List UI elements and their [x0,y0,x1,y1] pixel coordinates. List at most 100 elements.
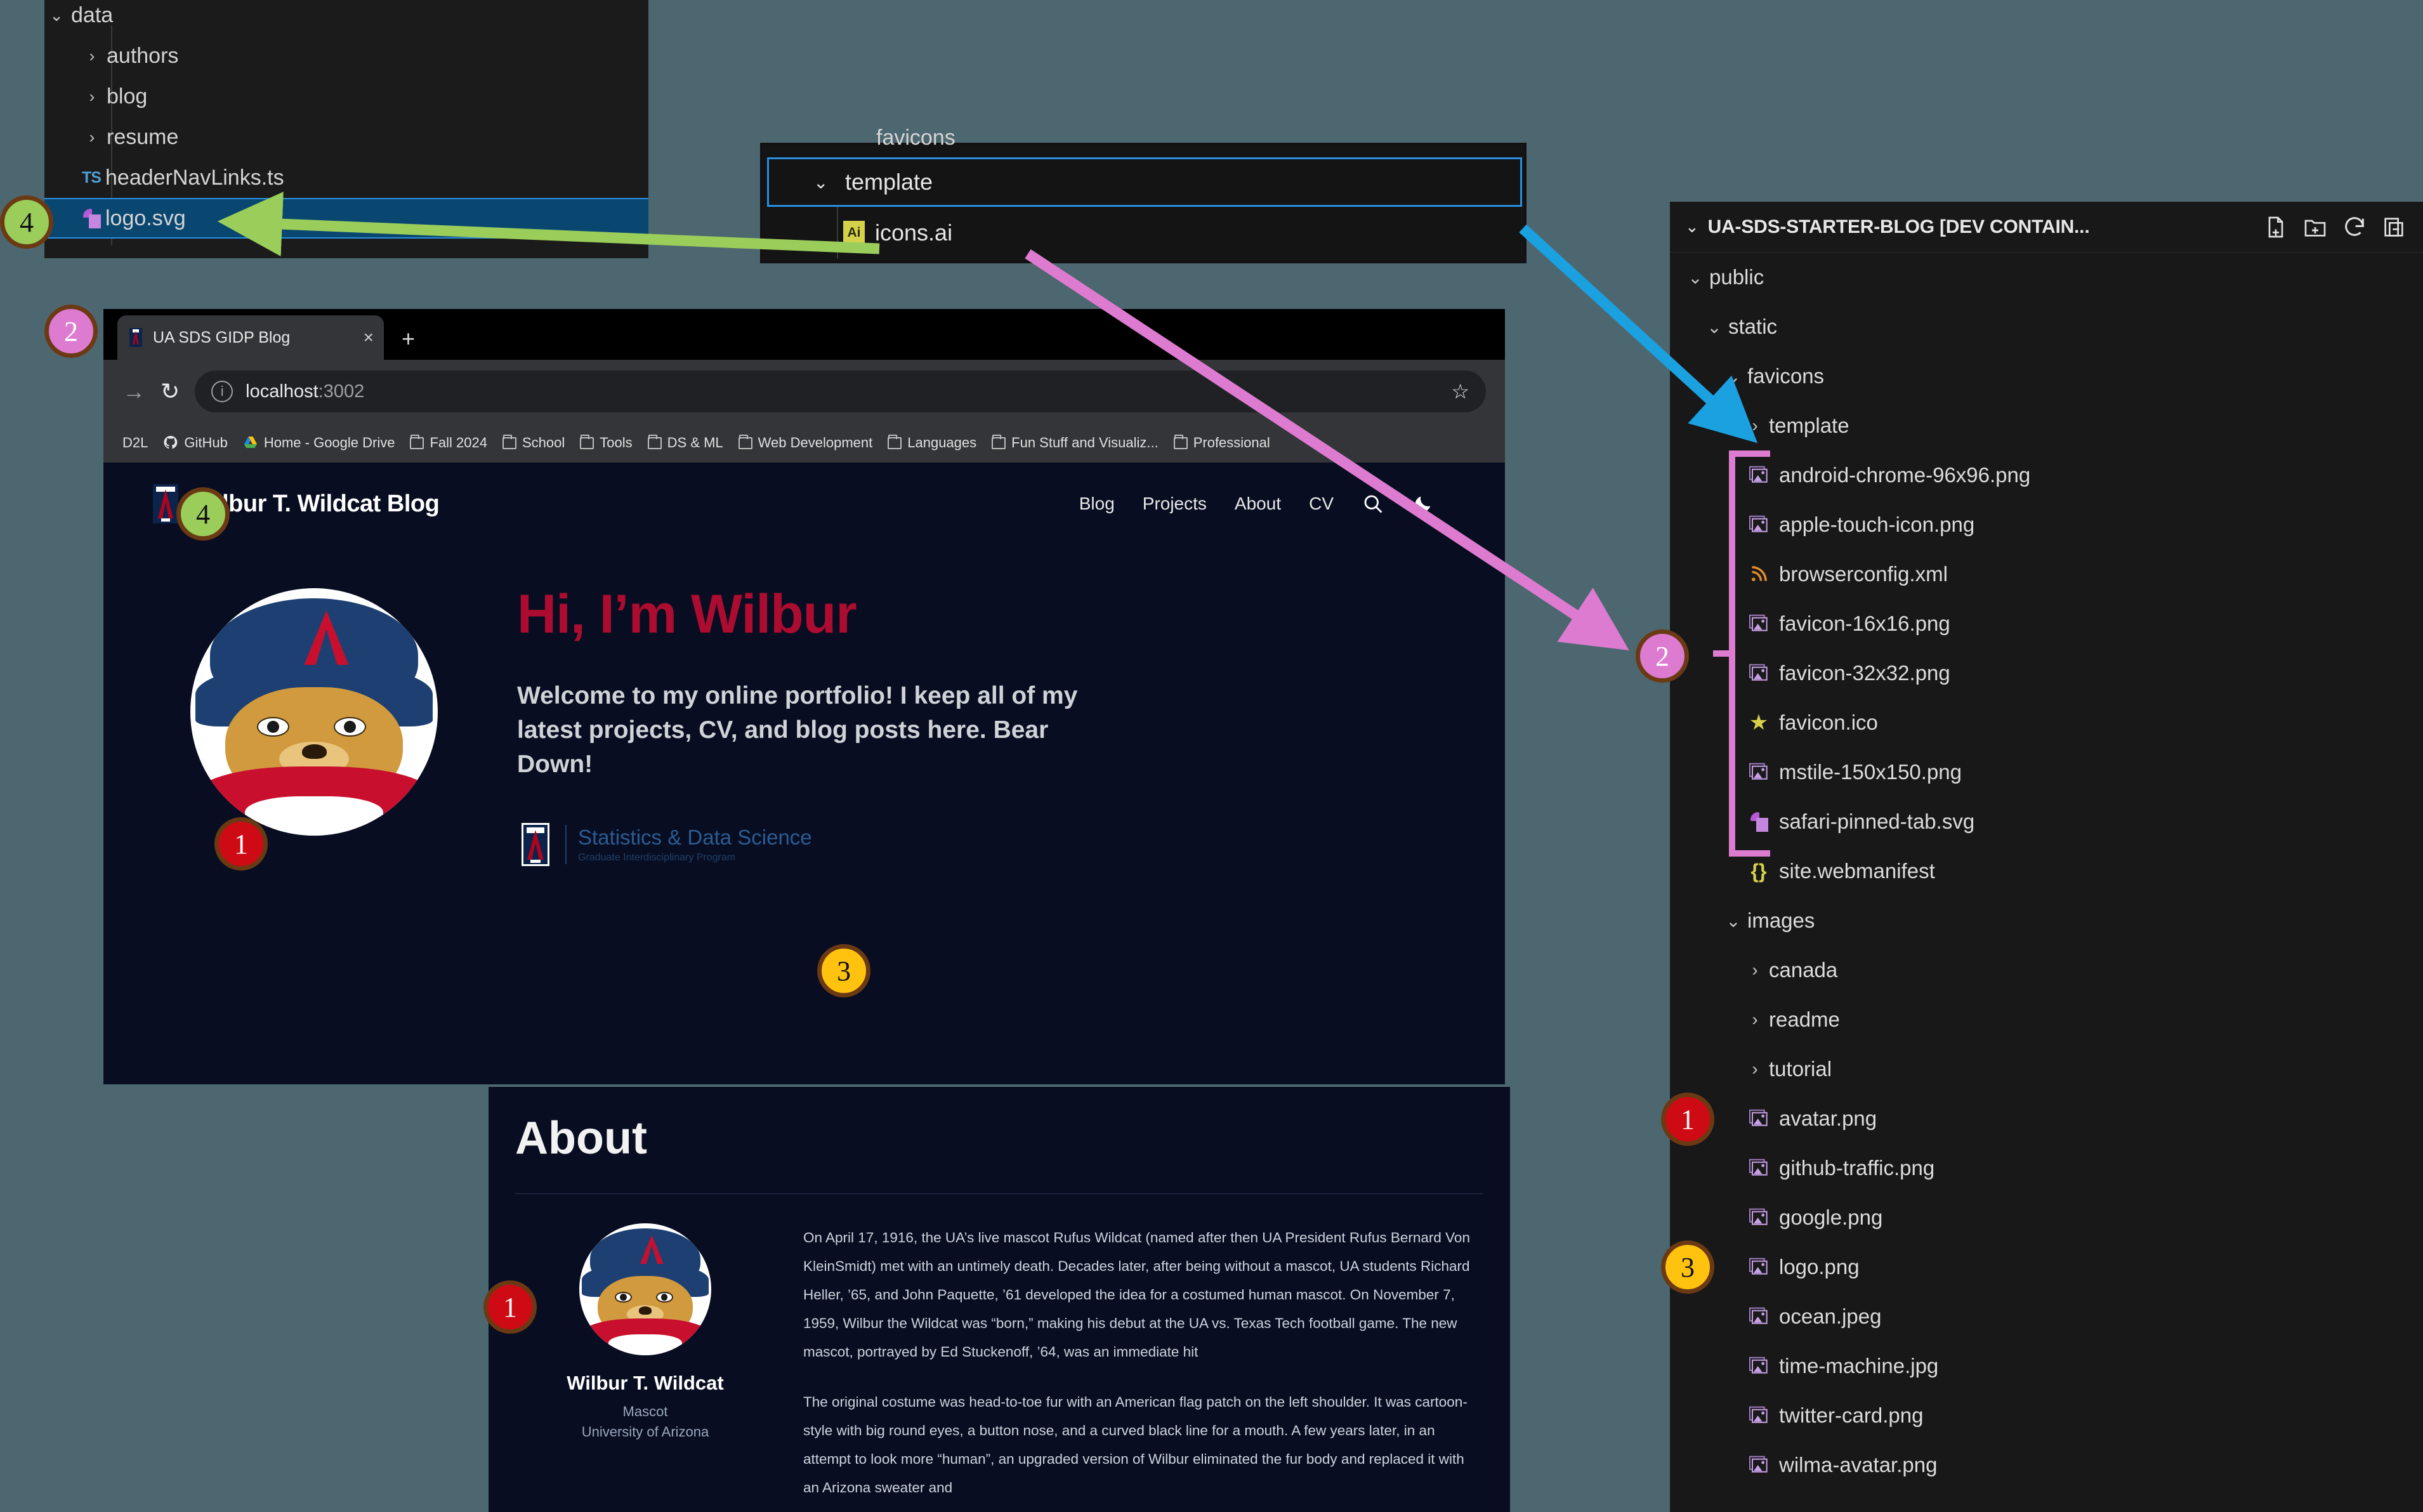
new-tab-button[interactable]: + [402,325,415,352]
explorer-row-ocean-jpeg[interactable]: ocean.jpeg [1670,1292,2423,1341]
new-file-icon[interactable] [2263,214,2288,240]
explorer-row-images[interactable]: ⌄ images [1670,896,2423,945]
explorer-row-site-webmanifest[interactable]: {} site.webmanifest [1670,846,2423,896]
bookmark-google-drive[interactable]: Home - Google Drive [238,432,400,454]
explorer-row-android-chrome-96x96-png[interactable]: android-chrome-96x96.png [1670,450,2423,500]
new-folder-icon[interactable] [2302,214,2328,240]
chevron-down-icon[interactable]: ⌄ [44,6,69,25]
bookmark-languages[interactable]: Languages [883,432,982,454]
ua-logo-icon [129,328,142,347]
explorer-row-safari-pinned-tab-svg[interactable]: safari-pinned-tab.svg [1670,797,2423,846]
bookmark-github[interactable]: GitHub [158,432,232,454]
chevron-right-icon[interactable]: › [1741,416,1769,436]
chevron-right-icon[interactable]: › [1741,1009,1769,1030]
bookmark-fun-stuff[interactable]: Fun Stuff and Visualiz... [987,432,1164,454]
tree-row-resume[interactable]: › resume [44,117,648,157]
explorer-row-tutorial[interactable]: › tutorial [1670,1044,2423,1094]
chevron-down-icon[interactable]: ⌄ [1681,267,1709,288]
popout-row-template[interactable]: ⌄ template [767,157,1522,207]
explorer-row-static[interactable]: ⌄ static [1670,302,2423,352]
explorer-row-favicon-32x32-png[interactable]: favicon-32x32.png [1670,648,2423,698]
bookmark-star-icon[interactable]: ☆ [1451,379,1469,404]
tree-row-data[interactable]: ⌄ data [44,0,648,36]
tree-row-authors[interactable]: › authors [44,36,648,76]
nav-link-projects[interactable]: Projects [1143,494,1207,514]
explorer-header[interactable]: ⌄ UA-SDS-STARTER-BLOG [DEV CONTAIN... [1670,202,2423,253]
chevron-right-icon[interactable]: › [80,87,104,107]
tree-row-logo-svg[interactable]: logo.svg [44,198,648,239]
bookmark-ds-ml[interactable]: DS & ML [643,432,728,454]
hero-image-wrap [149,570,479,866]
image-file-icon [1747,1355,1770,1377]
explorer-row-time-machine-jpg[interactable]: time-machine.jpg [1670,1341,2423,1391]
chevron-right-icon[interactable]: › [1741,960,1769,980]
explorer-row-label: mstile-150x150.png [1779,760,1962,784]
chevron-right-icon[interactable]: › [80,128,104,147]
explorer-row-avatar-png[interactable]: avatar.png [1670,1094,2423,1143]
bookmark-tools[interactable]: Tools [575,432,637,454]
sds-text: Statistics & Data Science Graduate Inter… [578,825,812,864]
chevron-down-icon[interactable]: ⌄ [1719,366,1747,387]
bookmark-label: Web Development [758,435,873,450]
browser-tab-bar: UA SDS GIDP Blog × + [103,309,1505,360]
bookmark-school[interactable]: School [497,432,570,454]
explorer-row-logo-png[interactable]: logo.png [1670,1242,2423,1292]
search-icon[interactable] [1362,492,1384,515]
explorer-row-browserconfig-xml[interactable]: browserconfig.xml [1670,549,2423,599]
image-file-icon [1747,761,1770,784]
browser-tab-title: UA SDS GIDP Blog [153,328,291,346]
chevron-down-icon[interactable]: ⌄ [1700,317,1728,338]
explorer-row-twitter-card-png[interactable]: twitter-card.png [1670,1391,2423,1440]
explorer-row-favicon-ico[interactable]: ★ favicon.ico [1670,698,2423,747]
tree-row-headernavlinks[interactable]: TS headerNavLinks.ts [44,157,648,198]
tree-label: resume [107,124,179,149]
explorer-row-label: ocean.jpeg [1779,1305,1882,1328]
tree-indent-guide [837,207,838,259]
explorer-row-readme[interactable]: › readme [1670,995,2423,1044]
moon-icon[interactable] [1412,493,1434,515]
tree-row-blog[interactable]: › blog [44,76,648,117]
chevron-down-icon[interactable]: ⌄ [1719,910,1747,931]
close-icon[interactable]: × [364,327,374,348]
chevron-right-icon[interactable]: › [1741,1059,1769,1079]
explorer-row-favicon-16x16-png[interactable]: favicon-16x16.png [1670,599,2423,648]
explorer-row-google-png[interactable]: google.png [1670,1193,2423,1242]
explorer-row-apple-touch-icon-png[interactable]: apple-touch-icon.png [1670,500,2423,549]
bookmark-web-development[interactable]: Web Development [733,432,878,454]
refresh-icon[interactable] [2342,214,2367,240]
address-bar[interactable]: i localhost:3002 ☆ [195,371,1486,412]
explorer-row-template[interactable]: › template [1670,401,2423,450]
explorer-row-wilma-avatar-png[interactable]: wilma-avatar.png [1670,1440,2423,1490]
forward-icon[interactable]: → [122,378,145,405]
chevron-down-icon[interactable]: ⌄ [1685,217,1699,237]
nav-link-about[interactable]: About [1235,494,1281,514]
site-info-icon[interactable]: i [211,381,233,402]
explorer-row-label: apple-touch-icon.png [1779,513,1975,536]
explorer-row-mstile-150x150-png[interactable]: mstile-150x150.png [1670,747,2423,797]
explorer-row-label: browserconfig.xml [1779,562,1948,586]
nav-link-cv[interactable]: CV [1309,494,1334,514]
tree-label: data [71,3,114,27]
image-file-icon [1747,1454,1770,1476]
popout-row-icons-ai[interactable]: Ai icons.ai [767,207,1522,259]
bookmark-d2l[interactable]: D2L [117,432,153,454]
explorer-row-label: canada [1769,958,1838,982]
explorer-row-github-traffic-png[interactable]: github-traffic.png [1670,1143,2423,1193]
reload-icon[interactable]: ↻ [161,378,180,405]
explorer-row-public[interactable]: ⌄ public [1670,253,2423,302]
bookmark-fall-2024[interactable]: Fall 2024 [405,432,492,454]
explorer-row-favicons[interactable]: ⌄ favicons [1670,352,2423,401]
explorer-row-label: avatar.png [1779,1107,1877,1130]
about-person-role: Mascot [622,1404,668,1419]
explorer-row-canada[interactable]: › canada [1670,945,2423,995]
collapse-all-icon[interactable] [2381,214,2407,240]
explorer-row-label: time-machine.jpg [1779,1354,1939,1377]
annotation-badge-2-browser: 2 [44,305,98,358]
chevron-right-icon[interactable]: › [80,46,104,66]
nav-link-blog[interactable]: Blog [1079,494,1115,514]
browser-tab[interactable]: UA SDS GIDP Blog × [117,315,384,360]
wilbur-mascot-image [190,588,438,836]
browser-nav-bar: → ↻ i localhost:3002 ☆ [103,360,1505,423]
bookmark-professional[interactable]: Professional [1169,432,1275,454]
chevron-down-icon[interactable]: ⌄ [813,172,828,193]
